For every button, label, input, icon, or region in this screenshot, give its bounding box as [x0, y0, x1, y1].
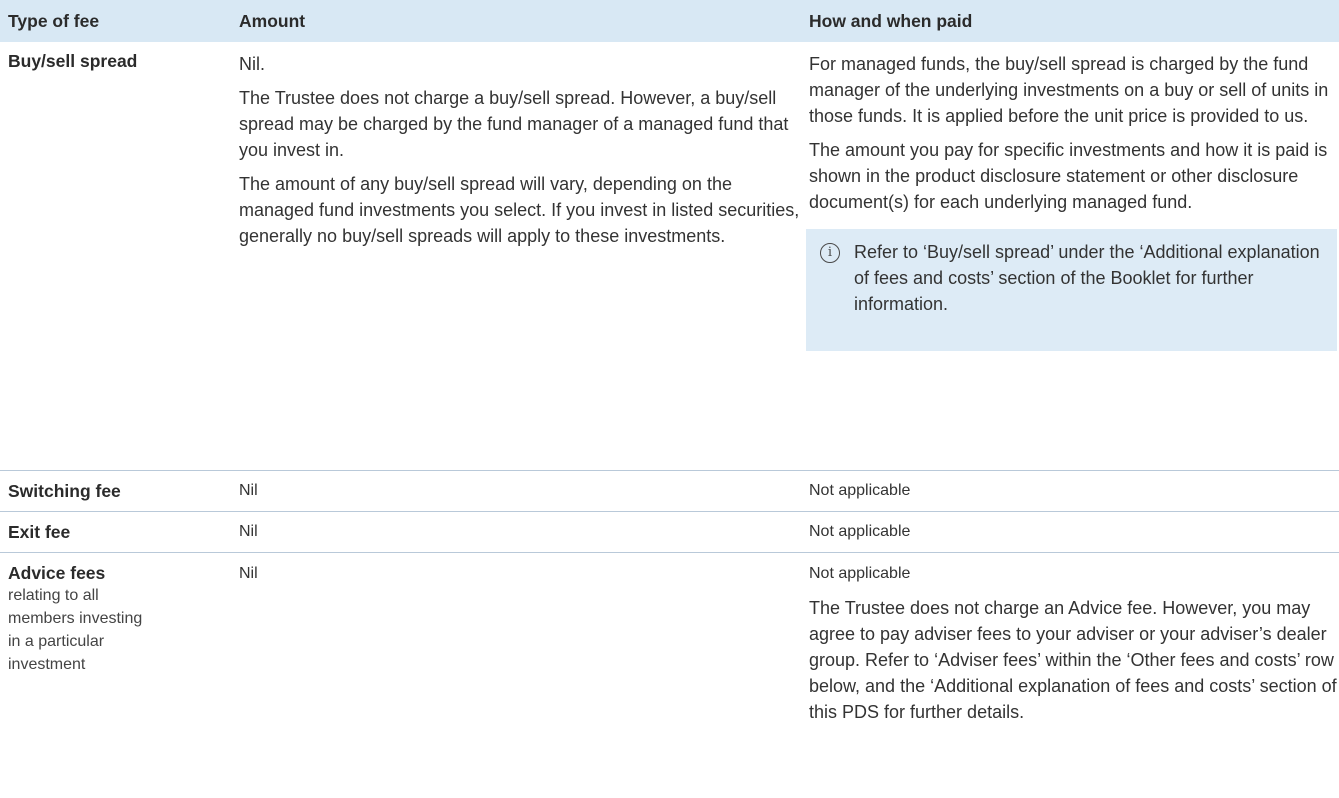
table-row-buy-sell-spread: Buy/sell spread Nil. The Trustee does no… — [0, 42, 1339, 471]
table-header-row: Type of fee Amount How and when paid — [0, 0, 1339, 42]
fee-type-cell: Advice fees relating to all members inve… — [0, 553, 222, 773]
fee-type-label: Exit fee — [8, 521, 71, 542]
how-paid-text: The amount you pay for specific investme… — [809, 140, 1328, 212]
table-row-exit-fee: Exit fee Nil Not applicable — [0, 512, 1339, 553]
how-paid-text: For managed funds, the buy/sell spread i… — [809, 54, 1329, 126]
fee-type-cell: Buy/sell spread — [0, 42, 222, 470]
amount-text: The Trustee does not charge a buy/sell s… — [239, 88, 789, 160]
callout-text: Refer to ‘Buy/sell spread’ under the ‘Ad… — [854, 242, 1320, 314]
amount-text: Nil. — [239, 54, 265, 74]
header-amount: Amount — [239, 11, 306, 31]
table-row-switching-fee: Switching fee Nil Not applicable — [0, 471, 1339, 512]
header-how-when-paid: How and when paid — [809, 11, 973, 31]
how-paid-cell: Not applicable The Trustee does not char… — [809, 553, 1339, 773]
fee-type-label: Buy/sell spread — [8, 51, 138, 71]
table-row-advice-fees: Advice fees relating to all members inve… — [0, 553, 1339, 773]
header-type-of-fee: Type of fee — [8, 11, 100, 31]
amount-text: The amount of any buy/sell spread will v… — [239, 174, 800, 246]
info-icon: i — [820, 243, 840, 263]
how-paid-text: Not applicable — [809, 482, 911, 499]
amount-text: Nil — [239, 482, 258, 499]
amount-cell: Nil. The Trustee does not charge a buy/s… — [222, 42, 809, 470]
how-paid-cell: For managed funds, the buy/sell spread i… — [806, 42, 1339, 470]
how-paid-text: Not applicable — [809, 565, 911, 582]
info-callout: i Refer to ‘Buy/sell spread’ under the ‘… — [806, 229, 1337, 351]
fees-table: Type of fee Amount How and when paid Buy… — [0, 0, 1339, 773]
amount-text: Nil — [239, 523, 258, 540]
how-paid-text: The Trustee does not charge an Advice fe… — [809, 598, 1337, 722]
fee-type-label: Advice fees — [8, 563, 106, 583]
amount-text: Nil — [239, 565, 258, 582]
how-paid-text: Not applicable — [809, 523, 911, 540]
fee-type-sublabel: relating to all members investing in a p… — [8, 587, 143, 673]
fee-type-label: Switching fee — [8, 480, 121, 501]
